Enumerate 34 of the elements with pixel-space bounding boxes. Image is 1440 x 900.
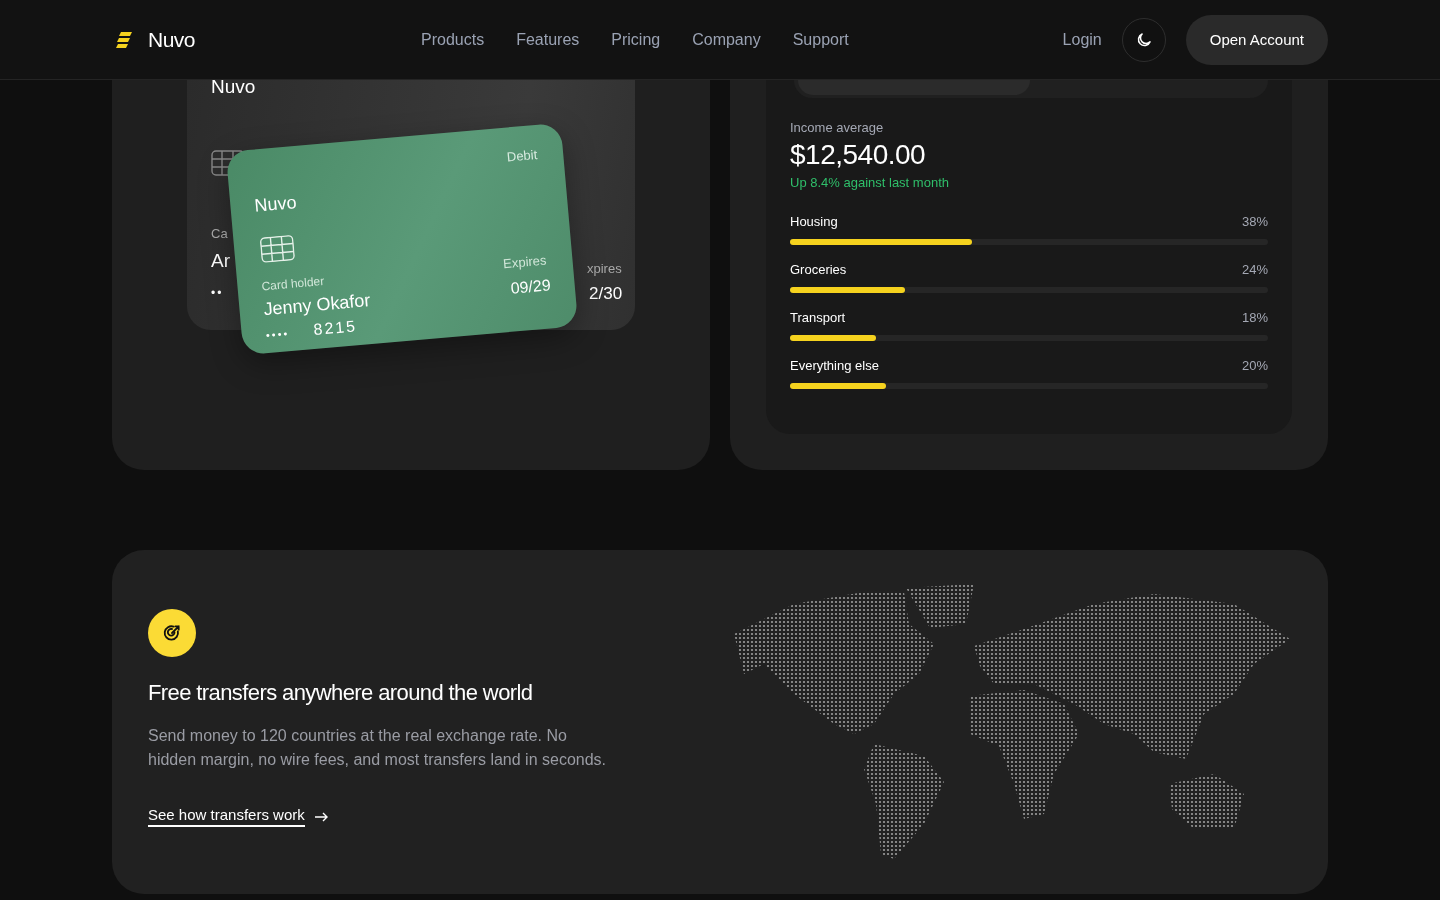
expiry-date: 2/30 (589, 284, 623, 304)
nav-link[interactable]: Support (792, 30, 849, 49)
feature-description: Send money to 120 countries at the real exchange rate. No hidden margin, no wire fees, and most transfers land in seconds. (148, 726, 608, 770)
card-number-mask: •••• (265, 327, 290, 342)
income-amount: $12,540.00 (790, 139, 927, 171)
income-change: Up 8.4% against last month (790, 175, 950, 190)
nav-link[interactable]: Features (516, 30, 580, 49)
open-account-button[interactable]: Open Account (1185, 14, 1328, 65)
card-holder-name: Ar (211, 250, 230, 272)
category-percent: 20% (1241, 358, 1268, 373)
category-name: Housing (790, 214, 838, 229)
card-last-digits: 8215 (312, 317, 358, 339)
nav-link[interactable]: Company (692, 30, 761, 49)
login-link[interactable]: Login (1062, 30, 1102, 49)
expiry-date: 09/29 (509, 276, 552, 298)
nav-link[interactable]: Pricing (611, 30, 661, 49)
card-number: •• (211, 286, 224, 300)
card-label: Ca (211, 226, 228, 241)
income-label: Income average (790, 120, 885, 135)
expires-label: xpires (587, 261, 622, 276)
category-name: Transport (790, 310, 846, 325)
brand-name[interactable]: Nuvo (148, 27, 196, 52)
transfers-link[interactable]: See how transfers work (148, 806, 305, 827)
category-percent: 38% (1241, 214, 1268, 229)
category-percent: 18% (1241, 310, 1268, 325)
card-brand: Nuvo (211, 80, 256, 98)
nav-link[interactable]: Products (421, 30, 485, 49)
feature-title: Free transfers anywhere around the world (148, 680, 534, 706)
category-name: Groceries (790, 262, 847, 277)
category-percent: 24% (1241, 262, 1268, 277)
card-brand: Nuvo (253, 192, 298, 217)
category-name: Everything else (790, 358, 879, 373)
card-type: Debit (506, 146, 538, 165)
expires-label: Expires (502, 252, 548, 272)
